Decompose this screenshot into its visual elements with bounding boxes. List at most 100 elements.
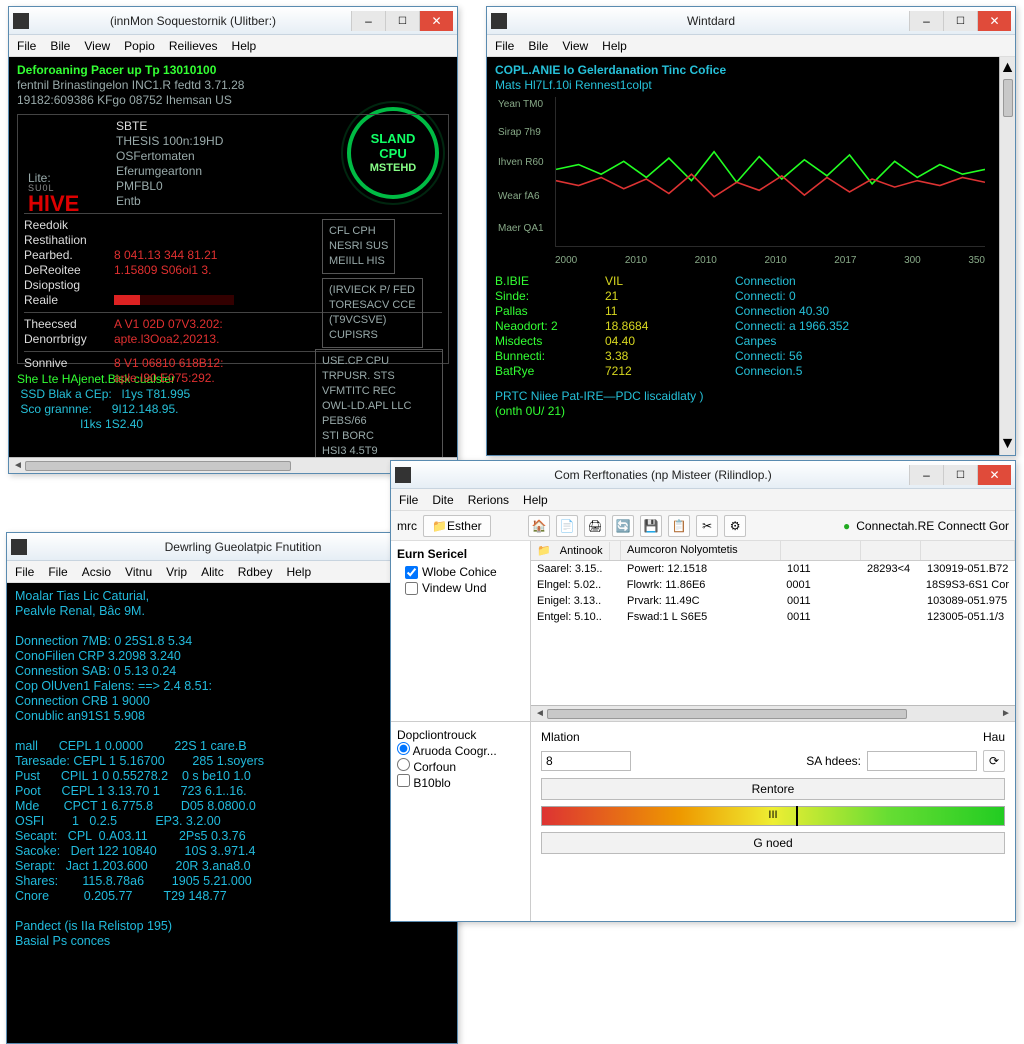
- titlebar[interactable]: Wintdard: [487, 7, 1015, 35]
- scroll-down-icon[interactable]: ▼: [1000, 435, 1016, 453]
- menu-item[interactable]: View: [84, 39, 110, 53]
- menu-item[interactable]: View: [562, 39, 588, 53]
- horizontal-scrollbar[interactable]: ◄ ►: [531, 705, 1015, 721]
- menu-item[interactable]: Vrip: [166, 565, 187, 579]
- stats-table: mall CEPL 1 0.0000 22S 1 care.BTaresade:…: [15, 739, 449, 904]
- scroll-thumb[interactable]: [547, 709, 907, 719]
- path-button[interactable]: 📁 Esther: [423, 515, 491, 537]
- menu-item[interactable]: Bile: [528, 39, 548, 53]
- toolbar-settings-icon[interactable]: ⚙: [724, 515, 746, 537]
- tree-item[interactable]: Vindew Und: [405, 581, 524, 595]
- table-row[interactable]: Saarel: 3.15..Powert: 12.1518101128293<4…: [531, 561, 1015, 577]
- close-button[interactable]: [977, 465, 1011, 485]
- menu-item[interactable]: Vitnu: [125, 565, 152, 579]
- toolbar-doc-icon[interactable]: 📄: [556, 515, 578, 537]
- restore-button[interactable]: Rentore: [541, 778, 1005, 800]
- menu-item[interactable]: Help: [602, 39, 627, 53]
- radio-item[interactable]: B10blo: [397, 776, 451, 790]
- titlebar[interactable]: Com Rerftonaties (np Misteer (Rilindlop.…: [391, 461, 1015, 489]
- scroll-left-icon[interactable]: ◄: [533, 708, 547, 719]
- path-label: mrc: [397, 519, 417, 533]
- scroll-up-icon[interactable]: ▲: [1000, 59, 1016, 77]
- minimize-button[interactable]: [909, 11, 943, 31]
- col-header[interactable]: [921, 541, 1015, 560]
- menu-item[interactable]: Bile: [50, 39, 70, 53]
- go-button[interactable]: ⟳: [983, 750, 1005, 772]
- scroll-thumb[interactable]: [25, 461, 291, 471]
- radio[interactable]: [397, 758, 410, 771]
- table-row[interactable]: Entgel: 5.10..Fswad:1 L S6E50011123005-0…: [531, 609, 1015, 625]
- window-sysmon: (innMon Soquestornik (Ulitber:) File Bil…: [8, 6, 458, 474]
- scroll-right-icon[interactable]: ►: [999, 708, 1013, 719]
- menu-item[interactable]: File: [15, 565, 34, 579]
- window-title: Com Rerftonaties (np Misteer (Rilindlop.…: [417, 468, 909, 482]
- menu-item[interactable]: Dite: [432, 493, 453, 507]
- toolbar-print-icon[interactable]: 🖨: [584, 515, 606, 537]
- col-header[interactable]: Antinook: [554, 542, 610, 560]
- field-label: Hau: [983, 730, 1005, 744]
- menu-item[interactable]: File: [17, 39, 36, 53]
- left-input[interactable]: [541, 751, 631, 771]
- toolbar-save-icon[interactable]: 💾: [640, 515, 662, 537]
- menu-item[interactable]: Alitc: [201, 565, 224, 579]
- options-header: Dopcliontrouck: [397, 728, 524, 742]
- list-header[interactable]: 📁 Antinook Aumcoron Nolyomtetis: [531, 541, 1015, 561]
- radio-item[interactable]: Aruoda Coogr...: [397, 744, 497, 758]
- toolbar-home-icon[interactable]: 🏠: [528, 515, 550, 537]
- menu-item[interactable]: Rdbey: [238, 565, 273, 579]
- tree-label: Vindew Und: [422, 581, 487, 595]
- secondary-button[interactable]: G noed: [541, 832, 1005, 854]
- menu-item[interactable]: Popio: [124, 39, 155, 53]
- col-header[interactable]: [861, 541, 921, 560]
- list-rows: Saarel: 3.15..Powert: 12.1518101128293<4…: [531, 561, 1015, 625]
- info-box: (IRVIECK P/ FED TORESACV CCE (T9VCSVE) C…: [322, 278, 423, 348]
- menu-item[interactable]: Help: [523, 493, 548, 507]
- box-line: NESRI SUS: [329, 239, 388, 254]
- stat-label: Theecsed Denorrbrigy: [24, 317, 114, 347]
- close-button[interactable]: [419, 11, 453, 31]
- details-panel: Mlation Hau SA hdees: ⟳ Rentore III G no…: [531, 722, 1015, 921]
- terminal-pane: Deforoaning Pacer up Tp 13010100 fentnil…: [9, 57, 457, 457]
- menu-item[interactable]: Rerions: [468, 493, 509, 507]
- menu-item[interactable]: File: [399, 493, 418, 507]
- radio-item[interactable]: Corfoun: [397, 760, 456, 774]
- checkbox[interactable]: [397, 774, 410, 787]
- tree-item[interactable]: Wlobe Cohice: [405, 565, 524, 579]
- checkbox[interactable]: [405, 582, 418, 595]
- toolbar-refresh-icon[interactable]: 🔄: [612, 515, 634, 537]
- progress-bar: [114, 295, 234, 305]
- minimize-button[interactable]: [351, 11, 385, 31]
- box-line: HSI3 4.5T9: [322, 444, 436, 457]
- col-header[interactable]: Aumcoron Nolyomtetis: [621, 541, 781, 560]
- maximize-button[interactable]: [943, 11, 977, 31]
- menu-item[interactable]: Reilieves: [169, 39, 218, 53]
- header-line: Deforoaning Pacer up Tp 13010100: [17, 63, 449, 78]
- scroll-thumb[interactable]: [1003, 79, 1013, 117]
- menu-item[interactable]: File: [48, 565, 67, 579]
- table-row[interactable]: Enigel: 3.13..Prvark: 11.49C0011103089-0…: [531, 593, 1015, 609]
- minimize-button[interactable]: [909, 465, 943, 485]
- menu-item[interactable]: Help: [286, 565, 311, 579]
- table-row[interactable]: Elngel: 5.02..Flowrk: 11.86E6000118S9S3-…: [531, 577, 1015, 593]
- scroll-left-icon[interactable]: ◄: [11, 460, 25, 471]
- menu-item[interactable]: Acsio: [82, 565, 111, 579]
- logo-text: HlVE: [28, 191, 79, 216]
- toolbar-cut-icon[interactable]: ✂: [696, 515, 718, 537]
- y-label: Wear fA6: [498, 189, 540, 204]
- checkbox[interactable]: [405, 566, 418, 579]
- stat-label: DeReoitee: [24, 263, 114, 278]
- maximize-button[interactable]: [385, 11, 419, 31]
- line-chart: Yean TM0 Sirap 7h9 Ihven R60 Wear fA6 Ma…: [555, 97, 985, 247]
- maximize-button[interactable]: [943, 465, 977, 485]
- close-button[interactable]: [977, 11, 1011, 31]
- col-header[interactable]: [781, 541, 861, 560]
- radio[interactable]: [397, 742, 410, 755]
- spec-line: SBTE: [116, 119, 442, 134]
- toolbar-copy-icon[interactable]: 📋: [668, 515, 690, 537]
- vertical-scrollbar[interactable]: ▲ ▼: [999, 57, 1015, 455]
- menu-item[interactable]: File: [495, 39, 514, 53]
- sa-input[interactable]: [867, 751, 977, 771]
- toolbar: mrc 📁 Esther 🏠 📄 🖨 🔄 💾 📋 ✂ ⚙ ● Connectah…: [391, 511, 1015, 541]
- titlebar[interactable]: (innMon Soquestornik (Ulitber:): [9, 7, 457, 35]
- menu-item[interactable]: Help: [232, 39, 257, 53]
